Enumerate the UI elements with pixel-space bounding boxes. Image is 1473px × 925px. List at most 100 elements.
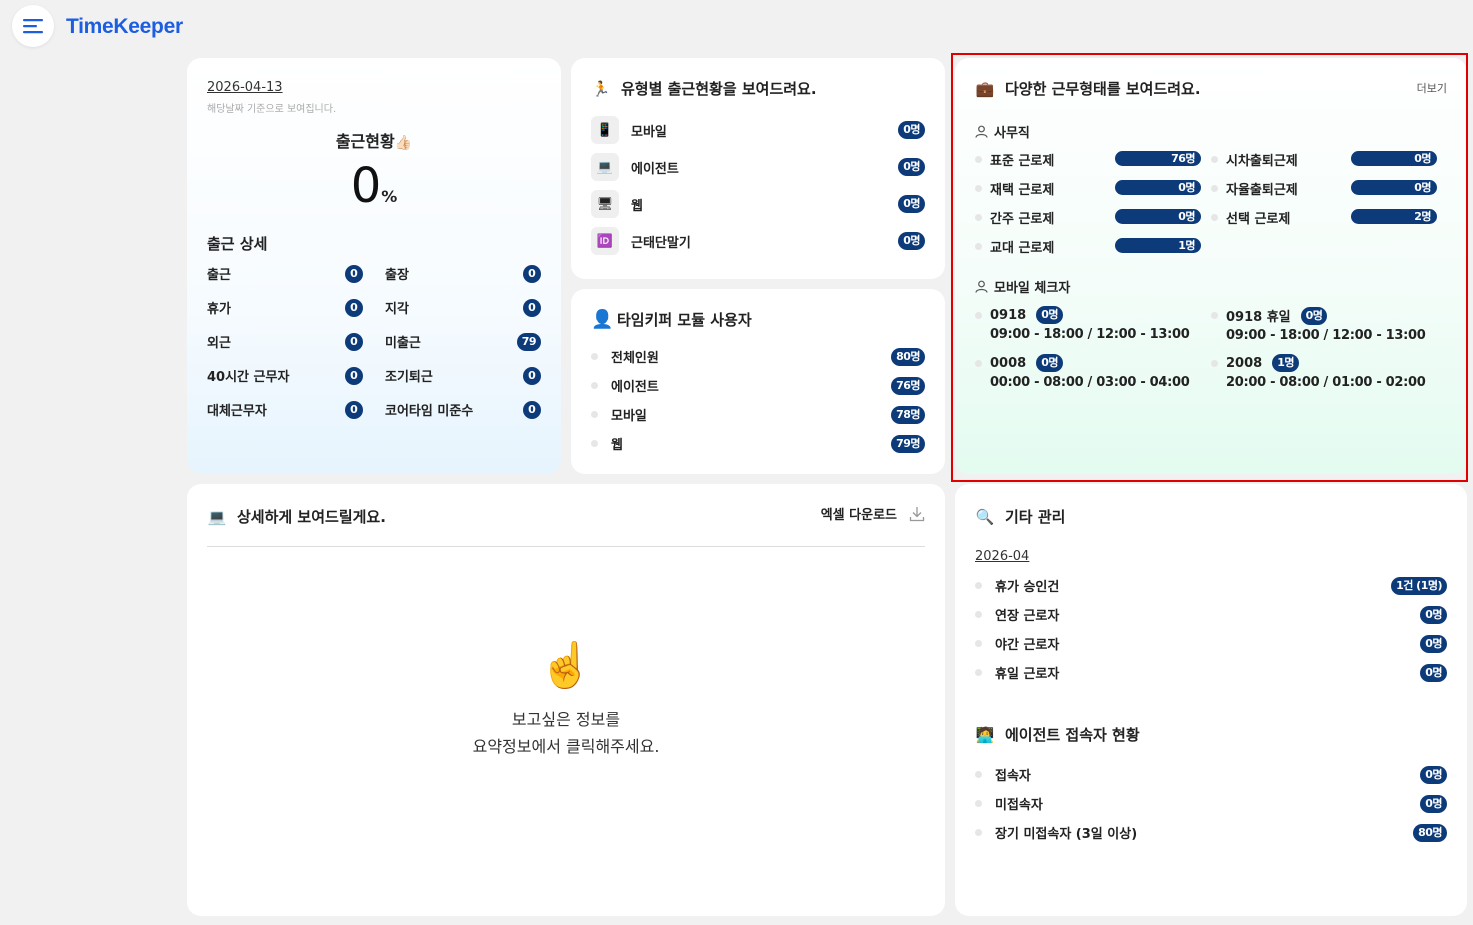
module-user-item[interactable]: 에이전트 76명 bbox=[591, 376, 925, 395]
attendance-item[interactable]: 외근 0 bbox=[207, 332, 363, 351]
type-attendance-item[interactable]: 📱 모바일 0명 bbox=[591, 116, 925, 144]
type-attendance-count: 0명 bbox=[898, 158, 925, 176]
attendance-item-label: 미출근 bbox=[385, 336, 421, 351]
attendance-item-count: 0 bbox=[523, 298, 541, 317]
attendance-item[interactable]: 코어타임 미준수 0 bbox=[385, 400, 541, 419]
work-type-item[interactable]: 재택 근로제 0명 bbox=[975, 179, 1201, 198]
module-user-item[interactable]: 웹 79명 bbox=[591, 434, 925, 453]
attendance-item[interactable]: 40시간 근무자 0 bbox=[207, 366, 363, 385]
work-type-item[interactable]: 간주 근로제 0명 bbox=[975, 208, 1201, 227]
mobile-checker-time: 00:00 - 08:00 / 03:00 - 04:00 bbox=[990, 375, 1190, 390]
attendance-item-label: 조기퇴근 bbox=[385, 370, 433, 385]
mobile-checker-item[interactable]: 0918 0명 09:00 - 18:00 / 12:00 - 13:00 bbox=[975, 306, 1201, 342]
module-user-label: 전체인원 bbox=[611, 351, 659, 366]
work-type-item[interactable]: 교대 근로제 1명 bbox=[975, 237, 1201, 256]
detail-title-text: 상세하게 보여드릴게요. bbox=[237, 508, 386, 526]
type-attendance-label: 에이전트 bbox=[631, 161, 679, 177]
more-link[interactable]: 더보기 bbox=[1417, 80, 1447, 96]
attendance-item-count: 0 bbox=[345, 400, 363, 419]
other-item-count: 1건 (1명) bbox=[1391, 576, 1447, 595]
work-type-count-bar: 1명 bbox=[1115, 238, 1201, 253]
mobile-checker-item[interactable]: 0008 0명 00:00 - 08:00 / 03:00 - 04:00 bbox=[975, 354, 1201, 390]
agent-item-count: 0명 bbox=[1420, 765, 1447, 784]
other-month[interactable]: 2026-04 bbox=[975, 549, 1029, 564]
other-item-count: 0명 bbox=[1420, 663, 1447, 682]
other-item-label: 연장 근로자 bbox=[995, 609, 1060, 624]
agent-item[interactable]: 접속자 0명 bbox=[975, 765, 1447, 784]
detail-title: 💻 상세하게 보여드릴게요. bbox=[207, 506, 386, 527]
attendance-item[interactable]: 지각 0 bbox=[385, 298, 541, 317]
work-type-item[interactable]: 시차출퇴근제 0명 bbox=[1211, 150, 1437, 169]
agent-item[interactable]: 미접속자 0명 bbox=[975, 794, 1447, 813]
agent-item[interactable]: 장기 미접속자 (3일 이상) 80명 bbox=[975, 823, 1447, 842]
attendance-detail-title: 출근 상세 bbox=[207, 235, 268, 253]
mobile-checker-name: 2008 bbox=[1226, 355, 1263, 371]
mobile-section-label-text: 모바일 체크자 bbox=[994, 281, 1071, 296]
attendance-percent: 0% bbox=[187, 158, 561, 214]
id-card-icon: 🆔 bbox=[591, 227, 619, 255]
agent-item-count: 80명 bbox=[1413, 823, 1447, 842]
mobile-checker-time: 09:00 - 18:00 / 12:00 - 13:00 bbox=[1226, 328, 1426, 343]
other-item[interactable]: 휴가 승인건 1건 (1명) bbox=[975, 576, 1447, 595]
detail-divider bbox=[207, 546, 925, 547]
type-attendance-item[interactable]: 💻 에이전트 0명 bbox=[591, 153, 925, 181]
detail-empty-line1: 보고싶은 정보를 bbox=[511, 710, 621, 729]
other-item[interactable]: 휴일 근로자 0명 bbox=[975, 663, 1447, 682]
work-type-item[interactable]: 표준 근로제 76명 bbox=[975, 150, 1201, 169]
attendance-item[interactable]: 대체근무자 0 bbox=[207, 400, 363, 419]
agent-item-label: 미접속자 bbox=[995, 798, 1043, 813]
attendance-item[interactable]: 출근 0 bbox=[207, 264, 363, 283]
work-type-label: 시차출퇴근제 bbox=[1226, 153, 1298, 169]
mobile-phone-icon: 📱 bbox=[591, 116, 619, 144]
laptop-icon: 💻 bbox=[591, 153, 619, 181]
other-item-count: 0명 bbox=[1420, 605, 1447, 624]
module-user-label: 모바일 bbox=[611, 409, 647, 424]
module-user-item[interactable]: 모바일 78명 bbox=[591, 405, 925, 424]
work-types-card[interactable]: 💼 다양한 근무형태를 보여드려요. 더보기 사무직 모바일 체크자 표준 근로… bbox=[955, 58, 1467, 474]
attendance-title: 출근현황👍🏻 bbox=[187, 128, 561, 152]
type-attendance-count: 0명 bbox=[898, 121, 925, 139]
bullet-dot bbox=[975, 582, 982, 589]
module-user-count: 78명 bbox=[891, 405, 925, 424]
type-attendance-item[interactable]: 🆔 근태단말기 0명 bbox=[591, 227, 925, 255]
attendance-card: 2026-04-13 해당날짜 기준으로 보여집니다. 출근현황👍🏻 0% 출근… bbox=[187, 58, 561, 474]
excel-download-button[interactable]: 엑셀 다운로드 bbox=[821, 504, 925, 523]
attendance-item-count: 0 bbox=[523, 366, 541, 385]
type-attendance-card: 🏃 유형별 출근현황을 보여드려요. 📱 모바일 0명 💻 에이전트 0명 🖥 웹 0명 🆔 근태단… bbox=[571, 58, 945, 279]
attendance-item[interactable]: 휴가 0 bbox=[207, 298, 363, 317]
module-user-item[interactable]: 전체인원 80명 bbox=[591, 347, 925, 366]
attendance-item[interactable]: 미출근 79 bbox=[385, 332, 541, 351]
module-users-title: 👤 타임키퍼 모듈 사용자 bbox=[591, 309, 752, 330]
mobile-checker-item[interactable]: 2008 1명 20:00 - 08:00 / 01:00 - 02:00 bbox=[1211, 354, 1437, 390]
attendance-item-count: 0 bbox=[345, 264, 363, 283]
bullet-dot bbox=[975, 155, 982, 163]
type-attendance-count: 0명 bbox=[898, 232, 925, 250]
office-section-label-text: 사무직 bbox=[994, 126, 1030, 141]
attendance-item-label: 대체근무자 bbox=[207, 404, 267, 419]
work-type-item[interactable]: 선택 근로제 2명 bbox=[1211, 208, 1437, 227]
attendance-item-count: 0 bbox=[345, 332, 363, 351]
attendance-date[interactable]: 2026-04-13 bbox=[207, 80, 283, 95]
attendance-percent-value: 0 bbox=[350, 158, 382, 214]
work-type-item[interactable]: 자율출퇴근제 0명 bbox=[1211, 179, 1437, 198]
menu-button[interactable] bbox=[12, 5, 54, 47]
other-item[interactable]: 연장 근로자 0명 bbox=[975, 605, 1447, 624]
mobile-checker-header: 0008 0명 bbox=[975, 354, 1201, 372]
attendance-item[interactable]: 출장 0 bbox=[385, 264, 541, 283]
mobile-checker-name: 0918 bbox=[990, 307, 1027, 323]
other-item[interactable]: 야간 근로자 0명 bbox=[975, 634, 1447, 653]
attendance-item[interactable]: 조기퇴근 0 bbox=[385, 366, 541, 385]
work-type-count-bar: 2명 bbox=[1351, 209, 1437, 224]
bullet-dot bbox=[591, 382, 598, 389]
mobile-checker-count: 0명 bbox=[1036, 306, 1063, 324]
module-user-label: 웹 bbox=[611, 438, 623, 453]
mobile-checker-item[interactable]: 0918 휴일 0명 09:00 - 18:00 / 12:00 - 13:00 bbox=[1211, 306, 1437, 343]
bullet-dot bbox=[1211, 184, 1218, 192]
type-attendance-item[interactable]: 🖥 웹 0명 bbox=[591, 190, 925, 218]
attendance-item-label: 휴가 bbox=[207, 302, 231, 317]
office-section-label: 사무직 bbox=[975, 122, 1030, 141]
person-outline-icon bbox=[975, 280, 988, 293]
app-logo[interactable]: TimeKeeper bbox=[66, 15, 183, 39]
detail-empty-message: 보고싶은 정보를 요약정보에서 클릭해주세요. bbox=[187, 706, 945, 760]
mobile-checker-count: 0명 bbox=[1036, 354, 1063, 372]
